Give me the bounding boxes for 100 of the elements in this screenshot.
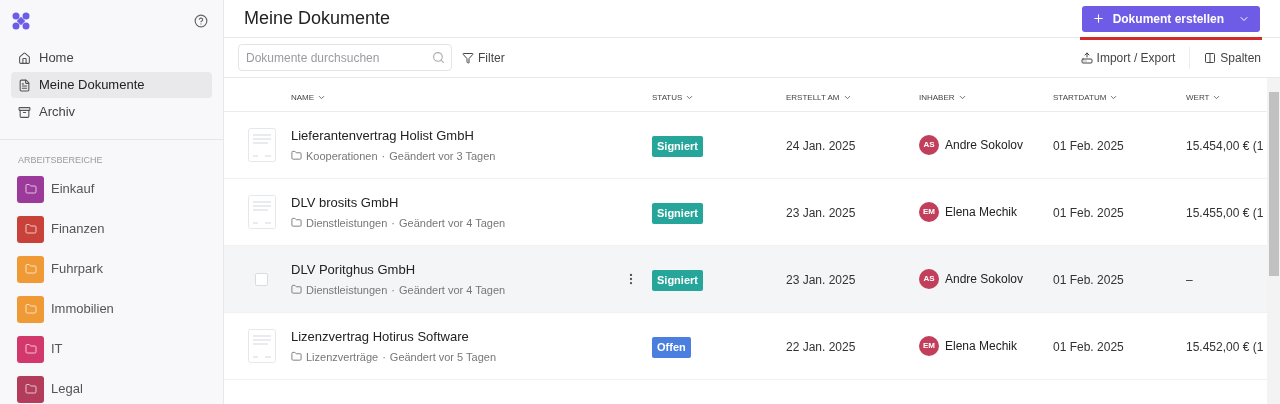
search-field[interactable]: Dokumente durchsuchen — [238, 44, 452, 71]
nav-icon — [18, 105, 31, 119]
sort-icon — [1212, 93, 1222, 102]
value-text: 15.452,00 € (1 — [1186, 340, 1264, 354]
changed-date: Geändert vor 4 Tagen — [399, 215, 506, 231]
column-header[interactable]: STATUS — [652, 91, 695, 104]
value-text: 15.455,00 € (1 — [1186, 206, 1264, 220]
search-icon — [432, 51, 445, 64]
column-header[interactable]: NAME — [291, 91, 327, 104]
plus-icon — [1091, 12, 1105, 25]
workspace-item[interactable]: IT — [17, 335, 206, 363]
created-date: 24 Jan. 2025 — [786, 139, 856, 153]
workspace-item[interactable]: Finanzen — [17, 215, 206, 243]
owner-avatar: EM — [919, 202, 939, 222]
owner-avatar: AS — [919, 269, 939, 289]
separator-dot: · — [391, 215, 395, 231]
owner-name: Andre Sokolov — [945, 137, 1024, 154]
sort-icon — [317, 93, 327, 102]
created-date: 23 Jan. 2025 — [786, 273, 856, 287]
folder-glyph-icon — [24, 343, 37, 355]
separator-dot: · — [381, 148, 386, 164]
workspace-label: Einkauf — [51, 180, 95, 199]
value-text: – — [1186, 273, 1193, 287]
document-name: Lieferantenvertrag Holist GmbH — [291, 127, 475, 145]
owner-name: Elena Mechik — [945, 338, 1018, 355]
logo-icon — [11, 11, 31, 31]
status-badge: Signiert — [652, 136, 703, 157]
folder-glyph-icon — [24, 223, 37, 235]
folder-icon — [291, 351, 302, 363]
sort-icon — [1109, 93, 1119, 102]
folder-glyph-icon — [24, 263, 37, 275]
sort-icon — [685, 93, 695, 102]
folder-glyph-icon — [24, 183, 37, 195]
section-title: ARBEITSBEREICHE — [17, 154, 104, 167]
created-date: 22 Jan. 2025 — [786, 340, 856, 354]
help-icon[interactable] — [194, 14, 208, 28]
start-date: 01 Feb. 2025 — [1053, 206, 1124, 220]
column-header[interactable]: STARTDATUM — [1053, 91, 1119, 104]
filter-icon — [462, 51, 474, 64]
document-thumbnail-icon — [247, 195, 276, 229]
folder-name: Dienstleistungen — [306, 282, 388, 298]
owner-avatar: AS — [919, 135, 939, 155]
workspace-label: Finanzen — [51, 220, 105, 239]
document-thumbnail-icon — [247, 128, 276, 162]
folder-glyph-icon — [24, 303, 37, 315]
filter-button[interactable]: Filter — [462, 48, 505, 67]
workspace-item[interactable]: Fuhrpark — [17, 255, 206, 283]
workspace-label: Fuhrpark — [51, 260, 104, 279]
separator-dot: · — [391, 282, 395, 298]
created-date: 23 Jan. 2025 — [786, 206, 856, 220]
nav-item[interactable]: Meine Dokumente — [11, 72, 212, 98]
table-row[interactable]: DLV Poritghus GmbH Dienstleistungen · Geändert vor 4 Tagen Signiert 23 Jan. 2025 AS Andre Sokolov 01 Feb. 2025 – — [224, 246, 1267, 313]
folder-icon — [291, 150, 302, 162]
nav-icon — [18, 51, 31, 65]
workspace-label: IT — [51, 340, 63, 359]
status-badge: Signiert — [652, 203, 703, 224]
folder-name: Lizenzverträge — [306, 349, 379, 365]
folder-icon — [291, 217, 302, 229]
folder-name: Kooperationen — [306, 148, 378, 164]
status-badge: Offen — [652, 337, 691, 358]
columns-icon — [1204, 51, 1217, 64]
changed-date: Geändert vor 4 Tagen — [399, 282, 506, 298]
start-date: 01 Feb. 2025 — [1053, 273, 1124, 287]
document-name: Lizenzvertrag Hotirus Software — [291, 328, 470, 346]
page-title: Meine Dokumente — [244, 7, 391, 30]
folder-icon — [291, 284, 302, 296]
value-text: 15.454,00 € (1 — [1186, 139, 1264, 153]
separator-dot: · — [382, 349, 386, 365]
folder-name: Dienstleistungen — [306, 215, 388, 231]
document-thumbnail-icon — [247, 329, 276, 363]
column-header[interactable]: INHABER — [919, 91, 967, 104]
import-export-button[interactable]: Import / Export — [1080, 48, 1176, 67]
sort-icon — [842, 93, 852, 102]
workspace-label: Immobilien — [51, 300, 114, 319]
changed-date: Geändert vor 5 Tagen — [389, 349, 497, 365]
workspace-item[interactable]: Legal — [17, 375, 206, 403]
nav-item[interactable]: Archiv — [11, 99, 212, 125]
start-date: 01 Feb. 2025 — [1053, 340, 1124, 354]
column-header[interactable]: WERT — [1186, 91, 1222, 104]
column-header[interactable]: ERSTELLT AM — [786, 91, 852, 104]
columns-button[interactable]: Spalten — [1204, 48, 1261, 67]
nav-icon — [18, 78, 31, 92]
changed-date: Geändert vor 3 Tagen — [389, 148, 496, 164]
owner-name: Elena Mechik — [945, 204, 1018, 221]
status-badge: Signiert — [652, 270, 703, 291]
sort-icon — [957, 93, 967, 102]
workspace-item[interactable]: Einkauf — [17, 175, 206, 203]
folder-glyph-icon — [24, 383, 37, 395]
workspace-item[interactable]: Immobilien — [17, 295, 206, 323]
scrollbar[interactable] — [1267, 78, 1280, 404]
upload-icon — [1080, 51, 1093, 64]
start-date: 01 Feb. 2025 — [1053, 139, 1124, 153]
create-document-button[interactable]: Dokument erstellen — [1081, 5, 1260, 32]
nav-item[interactable]: Home — [11, 45, 212, 71]
row-checkbox[interactable] — [255, 272, 268, 286]
document-name: DLV Poritghus GmbH — [291, 261, 417, 279]
document-name: DLV brosits GmbH — [291, 194, 400, 212]
owner-avatar: EM — [919, 336, 939, 356]
workspace-label: Legal — [51, 380, 83, 399]
owner-name: Andre Sokolov — [945, 271, 1024, 288]
